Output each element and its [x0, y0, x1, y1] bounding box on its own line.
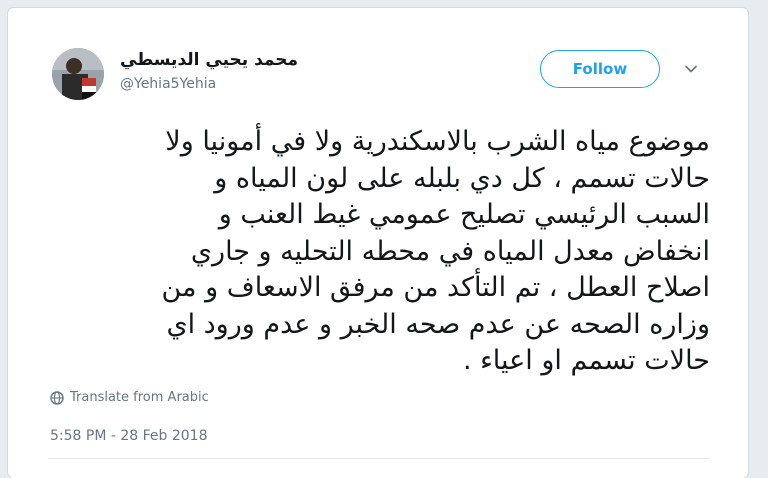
translate-link[interactable]: Translate from Arabic	[50, 390, 209, 405]
follow-button[interactable]: Follow	[540, 50, 660, 88]
tweet-modal: محمد يحيي الديسطي @Yehia5Yehia Follow مو…	[8, 8, 748, 478]
globe-icon	[50, 390, 64, 405]
avatar[interactable]	[52, 48, 104, 100]
author-name[interactable]: محمد يحيي الديسطي	[120, 50, 298, 70]
chevron-down-icon[interactable]	[684, 62, 698, 76]
avatar-image	[52, 48, 104, 100]
tweet-timestamp[interactable]: 5:58 PM - 28 Feb 2018	[50, 428, 208, 444]
tweet-text: موضوع مياه الشرب بالاسكندرية ولا في أمون…	[161, 126, 710, 376]
author-handle[interactable]: @Yehia5Yehia	[120, 76, 216, 92]
translate-label: Translate from Arabic	[70, 390, 209, 405]
divider	[48, 458, 710, 459]
